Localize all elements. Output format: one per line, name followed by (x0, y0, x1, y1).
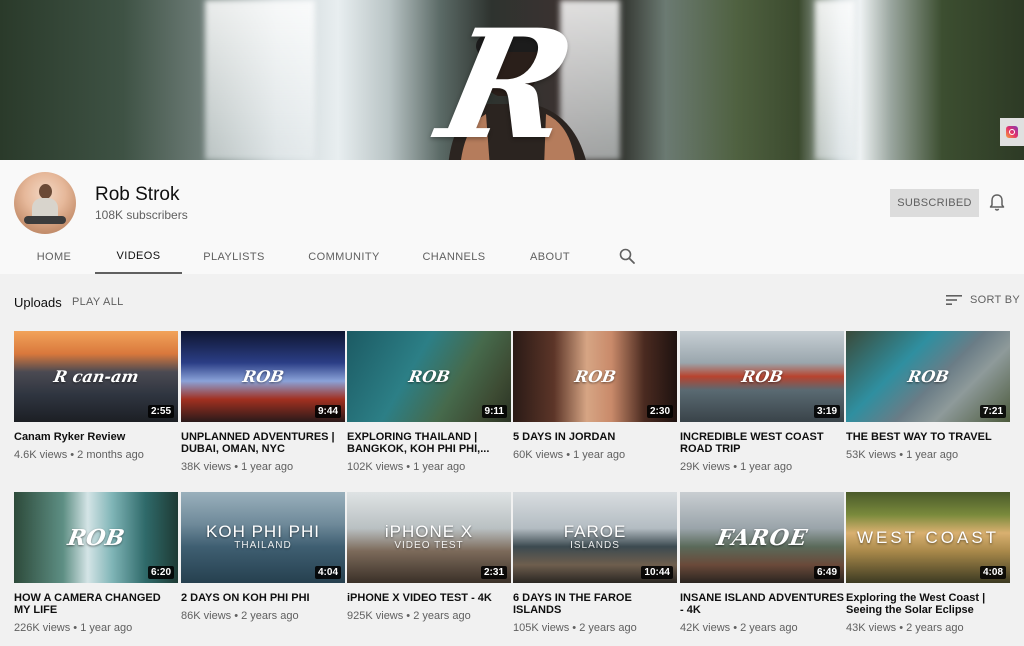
video-title[interactable]: UNPLANNED ADVENTURES | DUBAI, OMAN, NYC (181, 431, 345, 455)
video-card[interactable]: ROB 2:30 5 DAYS IN JORDAN 60K views • 1 … (513, 331, 677, 461)
sort-by-button[interactable]: SORT BY (946, 294, 1020, 306)
video-meta: 105K views • 2 years ago (513, 622, 637, 634)
video-thumbnail[interactable]: FAROE 6:49 (680, 492, 844, 583)
thumbnail-overlay-text: ROB (406, 367, 452, 386)
video-duration: 3:19 (813, 405, 840, 418)
video-card[interactable]: ROB 7:21 THE BEST WAY TO TRAVEL 53K view… (846, 331, 1010, 461)
thumbnail-overlay-text: ROB (240, 367, 286, 386)
video-title[interactable]: EXPLORING THAILAND | BANGKOK, KOH PHI PH… (347, 431, 511, 455)
video-duration: 2:55 (147, 405, 174, 418)
thumbnail-overlay-subtitle: ISLANDS (570, 540, 620, 551)
video-meta: 38K views • 1 year ago (181, 461, 294, 473)
video-duration: 2:31 (480, 566, 507, 579)
subscriber-count: 108K subscribers (95, 208, 188, 222)
tab-videos[interactable]: VIDEOS (95, 240, 182, 274)
tab-channels[interactable]: CHANNELS (414, 240, 494, 274)
video-duration: 10:44 (641, 566, 673, 579)
video-thumbnail[interactable]: KOH PHI PHI THAILAND 4:04 (181, 492, 345, 583)
video-duration: 4:04 (314, 566, 341, 579)
video-meta: 4.6K views • 2 months ago (14, 449, 144, 461)
video-meta: 29K views • 1 year ago (680, 461, 793, 473)
thumbnail-overlay-text: ROB (572, 367, 618, 386)
uploads-heading: Uploads (14, 295, 62, 310)
thumbnail-overlay-subtitle: THAILAND (234, 540, 292, 551)
video-thumbnail[interactable]: ROB 6:20 (14, 492, 178, 583)
tab-community[interactable]: COMMUNITY (299, 240, 389, 274)
channel-name: Rob Strok (95, 184, 180, 205)
sort-icon (946, 295, 962, 305)
instagram-icon (1006, 126, 1018, 138)
video-meta: 102K views • 1 year ago (347, 461, 466, 473)
video-meta: 42K views • 2 years ago (680, 622, 798, 634)
video-card[interactable]: FAROE ISLANDS 10:44 6 DAYS IN THE FAROE … (513, 492, 677, 634)
video-duration: 9:44 (314, 405, 341, 418)
video-card[interactable]: R can-am 2:55 Canam Ryker Review 4.6K vi… (14, 331, 178, 461)
video-title[interactable]: Canam Ryker Review (14, 431, 178, 443)
video-thumbnail[interactable]: ROB 9:11 (347, 331, 511, 422)
video-card[interactable]: ROB 6:20 HOW A CAMERA CHANGED MY LIFE 22… (14, 492, 178, 634)
video-thumbnail[interactable]: ROB 3:19 (680, 331, 844, 422)
thumbnail-overlay-text: R can-am (52, 367, 140, 386)
video-title[interactable]: HOW A CAMERA CHANGED MY LIFE (14, 592, 178, 616)
tab-about[interactable]: ABOUT (518, 240, 582, 274)
channel-banner: R (0, 0, 1024, 160)
thumbnail-overlay-title: FAROE (563, 522, 627, 541)
video-duration: 9:11 (481, 405, 507, 418)
video-title[interactable]: 6 DAYS IN THE FAROE ISLANDS (513, 592, 677, 616)
video-thumbnail[interactable]: iPHONE X VIDEO TEST 2:31 (347, 492, 511, 583)
video-card[interactable]: iPHONE X VIDEO TEST 2:31 iPHONE X VIDEO … (347, 492, 511, 622)
instagram-link[interactable] (1000, 118, 1024, 146)
video-card[interactable]: ROB 3:19 INCREDIBLE WEST COAST ROAD TRIP… (680, 331, 844, 473)
thumbnail-overlay-subtitle: VIDEO TEST (394, 540, 464, 551)
tab-home[interactable]: HOME (22, 240, 86, 274)
video-duration: 4:08 (979, 566, 1006, 579)
thumbnail-overlay-title: WEST COAST (856, 527, 1000, 547)
channel-tabs: HOME VIDEOS PLAYLISTS COMMUNITY CHANNELS… (0, 240, 1024, 274)
video-title[interactable]: INSANE ISLAND ADVENTURES - 4K (680, 592, 844, 616)
video-meta: 43K views • 2 years ago (846, 622, 964, 634)
video-card[interactable]: ROB 9:11 EXPLORING THAILAND | BANGKOK, K… (347, 331, 511, 473)
tab-playlists[interactable]: PLAYLISTS (194, 240, 274, 274)
channel-avatar[interactable] (14, 172, 76, 234)
video-title[interactable]: 5 DAYS IN JORDAN (513, 431, 677, 443)
video-thumbnail[interactable]: ROB 7:21 (846, 331, 1010, 422)
video-meta: 86K views • 2 years ago (181, 610, 299, 622)
video-meta: 53K views • 1 year ago (846, 449, 959, 461)
video-thumbnail[interactable]: ROB 2:30 (513, 331, 677, 422)
thumbnail-overlay-text: FAROE (714, 524, 810, 551)
video-title[interactable]: Exploring the West Coast | Seeing the So… (846, 592, 1010, 616)
channel-header: Rob Strok 108K subscribers SUBSCRIBED HO… (0, 160, 1024, 274)
video-meta: 925K views • 2 years ago (347, 610, 471, 622)
video-card[interactable]: FAROE 6:49 INSANE ISLAND ADVENTURES - 4K… (680, 492, 844, 634)
video-duration: 6:49 (813, 566, 840, 579)
video-thumbnail[interactable]: R can-am 2:55 (14, 331, 178, 422)
sort-by-label: SORT BY (970, 294, 1020, 306)
video-meta: 226K views • 1 year ago (14, 622, 133, 634)
thumbnail-overlay-title: iPHONE X (384, 522, 474, 541)
video-thumbnail[interactable]: WEST COAST 4:08 (846, 492, 1010, 583)
video-thumbnail[interactable]: FAROE ISLANDS 10:44 (513, 492, 677, 583)
video-duration: 6:20 (147, 566, 174, 579)
video-card[interactable]: WEST COAST 4:08 Exploring the West Coast… (846, 492, 1010, 634)
notification-bell-icon[interactable] (988, 193, 1006, 213)
thumbnail-overlay-text: ROB (65, 524, 127, 551)
video-card[interactable]: ROB 9:44 UNPLANNED ADVENTURES | DUBAI, O… (181, 331, 345, 473)
video-duration: 2:30 (646, 405, 673, 418)
thumbnail-overlay-title: KOH PHI PHI (206, 522, 320, 541)
thumbnail-overlay-text: ROB (905, 367, 951, 386)
video-duration: 7:21 (979, 405, 1006, 418)
video-title[interactable]: INCREDIBLE WEST COAST ROAD TRIP (680, 431, 844, 455)
video-thumbnail[interactable]: ROB 9:44 (181, 331, 345, 422)
video-title[interactable]: THE BEST WAY TO TRAVEL (846, 431, 1010, 443)
video-title[interactable]: 2 DAYS ON KOH PHI PHI (181, 592, 345, 604)
video-meta: 60K views • 1 year ago (513, 449, 626, 461)
play-all-button[interactable]: PLAY ALL (72, 296, 124, 308)
video-title[interactable]: iPHONE X VIDEO TEST - 4K (347, 592, 511, 604)
subscribe-button[interactable]: SUBSCRIBED (890, 189, 979, 217)
search-icon[interactable] (618, 247, 636, 265)
video-card[interactable]: KOH PHI PHI THAILAND 4:04 2 DAYS ON KOH … (181, 492, 345, 622)
thumbnail-overlay-text: ROB (739, 367, 785, 386)
